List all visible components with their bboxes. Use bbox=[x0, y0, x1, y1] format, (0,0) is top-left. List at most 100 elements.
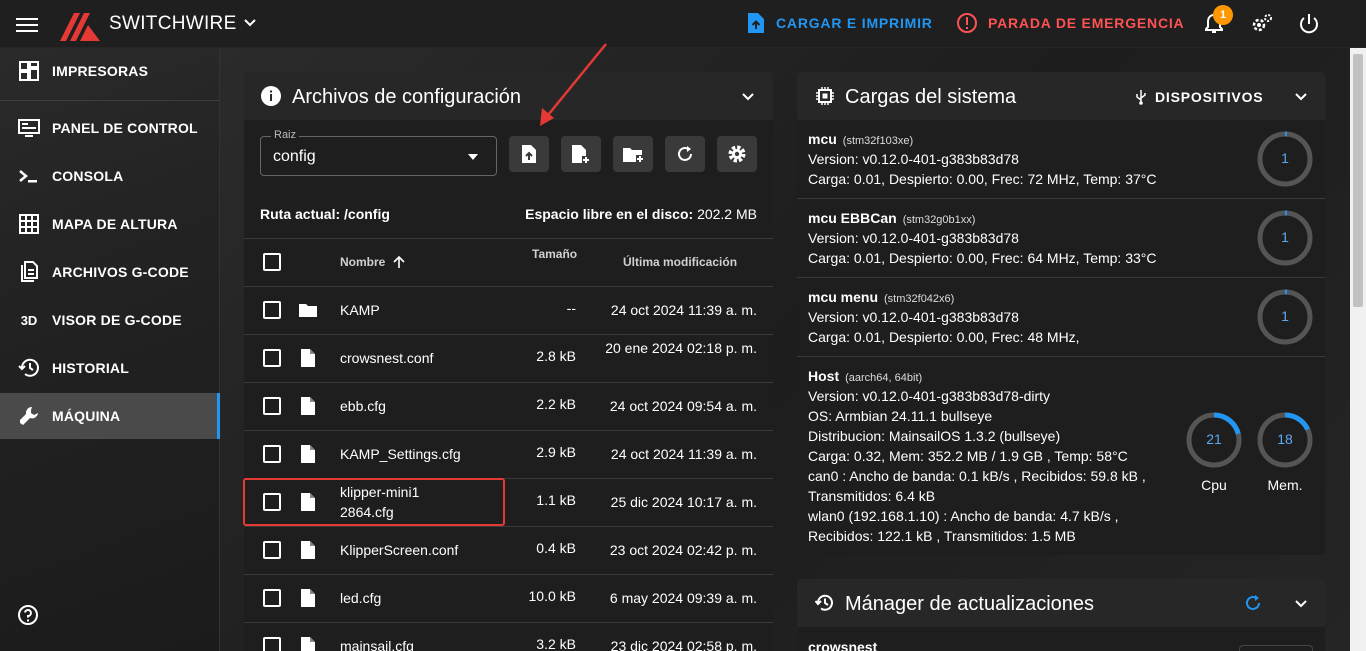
column-header-size[interactable]: Tamaño bbox=[532, 247, 577, 261]
path-info: Ruta actual: /config Espacio libre en el… bbox=[260, 206, 757, 222]
row-checkbox[interactable] bbox=[263, 301, 281, 319]
devices-button[interactable]: DISPOSITIVOS bbox=[1135, 89, 1263, 105]
chevron-down-icon[interactable] bbox=[1293, 89, 1309, 105]
settings-gears-icon[interactable] bbox=[1250, 12, 1274, 36]
help-circle-icon[interactable] bbox=[17, 604, 39, 626]
chevron-down-icon[interactable] bbox=[242, 15, 258, 31]
sidebar-item-label: HISTORIAL bbox=[52, 360, 129, 376]
system-loads-panel: Cargas del sistema DISPOSITIVOS mcu (stm3… bbox=[797, 72, 1325, 555]
row-checkbox[interactable] bbox=[263, 637, 281, 651]
mcu-title: mcu bbox=[808, 131, 837, 147]
sidebar-item-gcode-files[interactable]: ARCHIVOS G-CODE bbox=[0, 249, 220, 295]
page-scrollbar[interactable] bbox=[1350, 48, 1366, 651]
file-name: KAMP_Settings.cfg bbox=[340, 446, 461, 462]
mcu-info-block: mcu (stm32f103xe) Version: v0.12.0-401-g3… bbox=[797, 120, 1325, 199]
table-row[interactable]: klipper-mini12864.cfg 1.1 kB 25 dic 2024… bbox=[244, 478, 773, 526]
upload-file-button[interactable] bbox=[509, 136, 549, 172]
mcu-load: Carga: 0.01, Despierto: 0.00, Frec: 48 M… bbox=[808, 329, 1080, 345]
table-row[interactable]: crowsnest.conf 2.8 kB 20 ene 2024 02:18 … bbox=[244, 334, 773, 382]
sort-arrow-up-icon[interactable] bbox=[392, 255, 406, 269]
panel-header: Archivos de configuración bbox=[244, 72, 773, 120]
refresh-icon[interactable] bbox=[1243, 593, 1263, 613]
sidebar-item-label: PANEL DE CONTROL bbox=[52, 120, 198, 136]
chevron-down-icon[interactable] bbox=[740, 89, 756, 105]
sidebar-item-console[interactable]: CONSOLA bbox=[0, 153, 220, 199]
mcu-name: mcu EBBCan (stm32g0b1xx) bbox=[808, 210, 975, 226]
refresh-button[interactable] bbox=[665, 136, 705, 172]
file-date: 23 oct 2024 02:42 p. m. bbox=[609, 542, 757, 558]
gear-icon bbox=[728, 145, 746, 163]
mcu-version: Version: v0.12.0-401-g383b83d78 bbox=[808, 309, 1019, 325]
sidebar-item-gcode-viewer[interactable]: 3D VISOR DE G-CODE bbox=[0, 297, 220, 343]
sidebar-item-label: MÁQUINA bbox=[52, 408, 121, 424]
voron-logo-icon bbox=[60, 13, 100, 41]
config-files-panel: Archivos de configuración Raiz config Ru… bbox=[244, 72, 773, 651]
column-header-modified[interactable]: Última modificación bbox=[623, 255, 737, 269]
select-all-checkbox[interactable] bbox=[263, 253, 281, 271]
menu-icon[interactable] bbox=[16, 14, 38, 34]
file-size: 2.9 kB bbox=[536, 444, 576, 460]
mcu-name: mcu menu (stm32f042x6) bbox=[808, 289, 954, 305]
file-size: -- bbox=[566, 300, 576, 316]
update-status-chip[interactable] bbox=[1239, 645, 1313, 651]
row-checkbox[interactable] bbox=[263, 445, 281, 463]
host-line: Carga: 0.32, Mem: 352.2 MB / 1.9 GB , Te… bbox=[808, 448, 1128, 464]
row-checkbox[interactable] bbox=[263, 349, 281, 367]
sidebar-item-machine[interactable]: MÁQUINA bbox=[0, 393, 220, 439]
scrollbar-thumb[interactable] bbox=[1353, 54, 1363, 307]
row-checkbox[interactable] bbox=[263, 541, 281, 559]
refresh-icon bbox=[678, 146, 692, 161]
sidebar-item-history[interactable]: HISTORIAL bbox=[0, 345, 220, 391]
table-row[interactable]: led.cfg 10.0 kB 6 may 2024 09:39 a. m. bbox=[244, 574, 773, 622]
file-size: 3.2 kB bbox=[536, 636, 576, 651]
upload-and-print-label: CARGAR E IMPRIMIR bbox=[776, 15, 933, 31]
folder-plus-icon bbox=[623, 148, 643, 162]
file-size: 2.2 kB bbox=[536, 396, 576, 412]
host-title: Host bbox=[808, 368, 840, 384]
file-upload-icon bbox=[522, 145, 536, 163]
file-date: 24 oct 2024 09:54 a. m. bbox=[609, 398, 757, 414]
new-folder-button[interactable] bbox=[613, 136, 653, 172]
cpu-value: 21 bbox=[1206, 431, 1222, 447]
file-date: 24 oct 2024 11:39 a. m. bbox=[610, 446, 757, 462]
new-file-button[interactable] bbox=[561, 136, 601, 172]
file-name: ebb.cfg bbox=[340, 398, 386, 414]
sidebar-item-label: ARCHIVOS G-CODE bbox=[52, 264, 189, 280]
sidebar-item-heightmap[interactable]: MAPA DE ALTURA bbox=[0, 201, 220, 247]
chevron-down-icon[interactable] bbox=[1293, 596, 1309, 612]
table-row[interactable]: mainsail.cfg 3.2 kB 23 dic 2024 02:58 p.… bbox=[244, 622, 773, 651]
row-checkbox[interactable] bbox=[263, 493, 281, 511]
dropdown-caret-icon bbox=[468, 154, 478, 160]
cpu-label: Cpu bbox=[1201, 477, 1227, 493]
file-plus-icon bbox=[572, 145, 589, 163]
sidebar-item-label: CONSOLA bbox=[52, 168, 124, 184]
row-checkbox[interactable] bbox=[263, 397, 281, 415]
column-header-name[interactable]: Nombre bbox=[340, 255, 385, 269]
monitor-dashboard-icon bbox=[18, 119, 40, 137]
mcu-load-value: 1 bbox=[1281, 229, 1289, 245]
root-select-label: Raiz bbox=[271, 129, 300, 141]
sidebar-item-printers[interactable]: IMPRESORAS bbox=[0, 48, 220, 94]
emergency-stop-button[interactable]: PARADA DE EMERGENCIA bbox=[956, 12, 1184, 34]
host-line: OS: Armbian 24.11.1 bullseye bbox=[808, 408, 993, 424]
upload-and-print-button[interactable]: CARGAR E IMPRIMIR bbox=[746, 12, 933, 34]
printers-grid-icon bbox=[19, 61, 39, 81]
root-select[interactable]: Raiz config bbox=[260, 129, 497, 176]
power-icon[interactable] bbox=[1297, 12, 1321, 36]
table-row[interactable]: KAMP -- 24 oct 2024 11:39 a. m. bbox=[244, 286, 773, 334]
host-info-block: Host (aarch64, 64bit) Version: v0.12.0-40… bbox=[797, 357, 1325, 555]
table-row[interactable]: KlipperScreen.conf 0.4 kB 23 oct 2024 02… bbox=[244, 526, 773, 574]
file-upload-icon bbox=[748, 13, 764, 33]
printer-name[interactable]: SWITCHWIRE bbox=[109, 13, 237, 35]
settings-button[interactable] bbox=[717, 136, 757, 172]
divider bbox=[244, 238, 773, 239]
mcu-chip: (stm32f103xe) bbox=[842, 135, 914, 147]
console-prompt-icon bbox=[19, 170, 37, 183]
folder-icon bbox=[299, 304, 317, 317]
row-checkbox[interactable] bbox=[263, 589, 281, 607]
sidebar-item-dashboard[interactable]: PANEL DE CONTROL bbox=[0, 105, 220, 151]
grid-heightmap-icon bbox=[19, 214, 39, 234]
panel-title: Cargas del sistema bbox=[845, 86, 1017, 108]
table-row[interactable]: ebb.cfg 2.2 kB 24 oct 2024 09:54 a. m. bbox=[244, 382, 773, 430]
table-row[interactable]: KAMP_Settings.cfg 2.9 kB 24 oct 2024 11:… bbox=[244, 430, 773, 478]
